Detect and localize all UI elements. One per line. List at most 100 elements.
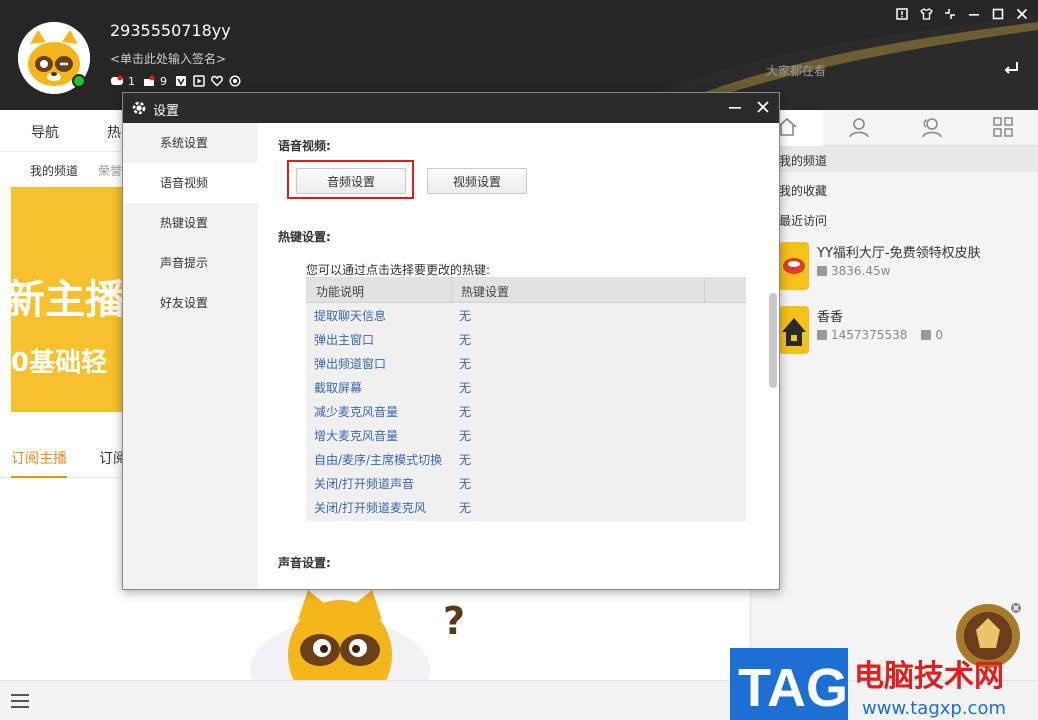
menu-favorites[interactable]: 我的收藏 (779, 182, 827, 199)
video-icon[interactable] (192, 74, 206, 88)
settings-sidebar: 系统设置 语音视频 热键设置 声音提示 好友设置 (123, 123, 258, 589)
hotkey-value: 无 (459, 501, 472, 515)
badge-count: 9 (160, 74, 167, 88)
search-input[interactable]: 大家都在看 (766, 62, 826, 79)
hotkey-function: 关闭/打开频道声音 (314, 477, 415, 491)
section-voice-video-title: 语音视频: (278, 139, 331, 153)
promo-banner[interactable]: 新主播 0基础轻 (11, 187, 123, 412)
col-function: 功能说明 (316, 285, 365, 299)
tab-user[interactable] (823, 110, 895, 146)
col-hotkey: 热键设置 (461, 285, 510, 299)
minimize-icon[interactable] (966, 6, 982, 22)
hotkeys-table: 功能说明 热键设置 提取聊天信息 无 弹出主窗口 无 弹出频道窗口 无 截取屏幕… (306, 277, 746, 521)
col-divider (451, 277, 452, 303)
hotkey-value: 无 (459, 429, 472, 443)
empty-state-mascot: ? (250, 580, 485, 720)
right-tabs (751, 110, 1038, 146)
hotkey-value: 无 (459, 453, 472, 467)
signature-input[interactable]: <单击此处输入签名> (110, 50, 226, 67)
dialog-titlebar[interactable]: 设置 (123, 93, 779, 123)
audio-settings-button[interactable]: 音频设置 (296, 168, 406, 194)
hotkey-function: 弹出频道窗口 (314, 357, 387, 371)
sidebar-item-hotkeys[interactable]: 热键设置 (123, 203, 258, 243)
hotkey-value: 无 (459, 477, 472, 491)
table-row[interactable]: 增大麦克风音量 无 (306, 423, 746, 447)
right-panel: 我的频道 我的收藏 最近访问 YY福利大厅-免费领特权皮肤 3836.45w 香… (750, 110, 1038, 680)
banner-subline: 0基础轻 (11, 348, 108, 378)
close-icon[interactable] (1014, 6, 1030, 22)
hotkey-value: 无 (459, 357, 472, 371)
table-row[interactable]: 自由/麦序/主席模式切换 无 (306, 447, 746, 471)
video-settings-button[interactable]: 视频设置 (427, 168, 527, 194)
sidebar-item-voice-video[interactable]: 语音视频 (123, 163, 258, 203)
eye-icon[interactable] (228, 74, 242, 88)
sidebar-item-friends[interactable]: 好友设置 (123, 283, 258, 323)
hotkeys-hint: 您可以通过点击选择要更改的热键: (306, 263, 491, 277)
vip-icon[interactable] (174, 74, 188, 88)
subnav-my-channel[interactable]: 我的频道 (30, 162, 78, 179)
badge-row: 1 9 (110, 74, 242, 88)
dialog-scrollbar[interactable] (769, 293, 777, 388)
maximize-icon[interactable] (990, 6, 1006, 22)
table-header: 功能说明 热键设置 (306, 277, 746, 303)
enter-icon[interactable] (1002, 58, 1022, 78)
menu-recent[interactable]: 最近访问 (779, 212, 827, 229)
viewer-count: 3836.45w (831, 264, 891, 278)
channel-thumbnail (779, 306, 809, 354)
site-watermark: TAG 电脑技术网 www.tagxp.com (730, 648, 1038, 720)
menu-my-channel[interactable]: 我的频道 (779, 152, 827, 169)
settings-dialog: 设置 系统设置 语音视频 热键设置 声音提示 好友设置 语音视频: 音频设置 视… (122, 92, 780, 590)
table-row[interactable]: 弹出频道窗口 无 (306, 351, 746, 375)
username: 2935550718yy (110, 21, 231, 40)
skin-icon[interactable] (918, 6, 934, 22)
viewer-count: 0 (935, 328, 943, 342)
friends-icon (919, 116, 943, 141)
heart-icon[interactable] (210, 74, 224, 88)
channel-item[interactable]: YY福利大厅-免费领特权皮肤 3836.45w (779, 242, 1029, 298)
active-tab-indicator (11, 476, 67, 478)
section-hotkeys-title: 热键设置: (278, 230, 331, 244)
table-row[interactable]: 关闭/打开频道声音 无 (306, 471, 746, 495)
badge-count: 1 (128, 74, 135, 88)
table-row[interactable]: 弹出主窗口 无 (306, 327, 746, 351)
tab-subscribed-anchors[interactable]: 订阅主播 (11, 448, 67, 468)
banner-headline: 新主播 (11, 277, 123, 323)
hotkey-function: 自由/麦序/主席模式切换 (314, 453, 443, 467)
hotkey-function: 关闭/打开频道麦克风 (314, 501, 427, 515)
hotkey-value: 无 (459, 405, 472, 419)
gift-icon[interactable] (142, 74, 156, 88)
channel-meta: 1457375538 0 (817, 328, 943, 342)
nav-item-hot[interactable]: 热 (107, 122, 121, 142)
hotkey-function: 减少麦克风音量 (314, 405, 399, 419)
close-icon[interactable] (755, 99, 771, 115)
tab-apps[interactable] (967, 110, 1038, 146)
subnav-honor[interactable]: 荣誉 (98, 162, 122, 179)
gamepad-icon[interactable] (110, 74, 124, 88)
nav-item-guide[interactable]: 导航 (31, 122, 59, 142)
hotkey-function: 提取聊天信息 (314, 309, 387, 323)
feedback-icon[interactable] (894, 6, 910, 22)
viewers-icon (817, 266, 827, 276)
gear-icon (131, 100, 147, 116)
table-row[interactable]: 关闭/打开频道麦克风 无 (306, 495, 746, 519)
online-status-dot (72, 74, 86, 88)
channel-id: 1457375538 (831, 328, 908, 342)
table-row[interactable]: 提取聊天信息 无 (306, 303, 746, 327)
hotkey-value: 无 (459, 309, 472, 323)
watermark-url: www.tagxp.com (862, 698, 1006, 719)
watermark-site-name: 电脑技术网 (854, 659, 1004, 694)
channel-thumbnail (779, 242, 809, 290)
table-row[interactable]: 截取屏幕 无 (306, 375, 746, 399)
menu-icon[interactable] (10, 691, 30, 711)
channel-name: YY福利大厅-免费领特权皮肤 (817, 246, 981, 261)
col-divider (704, 277, 705, 303)
minimize-icon[interactable] (727, 99, 743, 115)
sidebar-item-system[interactable]: 系统设置 (123, 123, 258, 163)
channel-item[interactable]: 香香 1457375538 0 (779, 306, 1029, 362)
sidebar-item-sound-alerts[interactable]: 声音提示 (123, 243, 258, 283)
tab-friends[interactable] (895, 110, 967, 146)
dialog-title: 设置 (153, 104, 180, 119)
restore-window-icon[interactable] (942, 6, 958, 22)
channel-id-icon (817, 330, 827, 340)
table-row[interactable]: 减少麦克风音量 无 (306, 399, 746, 423)
